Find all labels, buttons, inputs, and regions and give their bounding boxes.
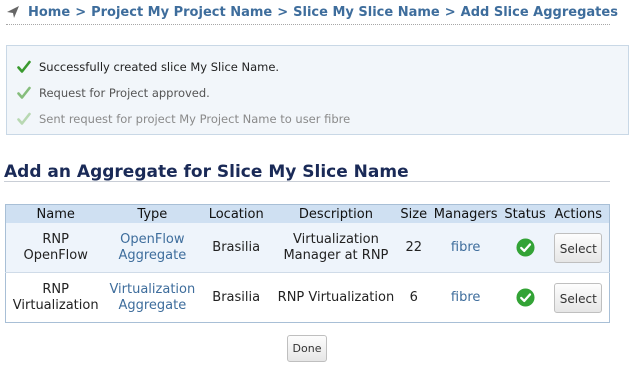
cell-actions: Select bbox=[547, 223, 610, 273]
cell-type[interactable]: Virtualization Aggregate bbox=[105, 272, 200, 323]
name-line: OpenFlow bbox=[23, 247, 88, 263]
cell-location: Brasilia bbox=[199, 223, 274, 273]
cell-type[interactable]: OpenFlow Aggregate bbox=[105, 223, 200, 273]
column-header-managers: Managers bbox=[428, 204, 503, 223]
type-link[interactable]: Virtualization bbox=[109, 282, 195, 297]
done-button[interactable]: Done bbox=[287, 335, 327, 362]
message-text: Request for Project approved. bbox=[39, 86, 210, 100]
page-title: Add an Aggregate for Slice My Slice Name bbox=[4, 162, 409, 182]
name-line: Virtualization bbox=[12, 297, 99, 313]
manager-link[interactable]: fibre bbox=[451, 290, 481, 305]
column-header-type: Type bbox=[105, 204, 200, 223]
cell-status bbox=[502, 223, 548, 273]
description-line: Manager at RNP bbox=[283, 247, 389, 263]
arrow-icon bbox=[7, 6, 19, 18]
checkmark-icon bbox=[17, 86, 31, 99]
name-line: RNP bbox=[42, 231, 69, 247]
cell-actions: Select bbox=[547, 272, 610, 323]
column-header-location: Location bbox=[199, 204, 274, 223]
type-link[interactable]: Aggregate bbox=[118, 298, 186, 313]
table-row: RNP Virtualization Virtualization Aggreg… bbox=[5, 272, 610, 323]
type-link[interactable]: Aggregate bbox=[118, 248, 186, 263]
table-header-row: Name Type Location Description Size Mana… bbox=[5, 204, 610, 223]
cell-managers: fibre bbox=[428, 223, 503, 273]
breadcrumb-separator: > bbox=[277, 4, 289, 20]
cell-name: RNP Virtualization bbox=[5, 272, 106, 323]
table-row: RNP OpenFlow OpenFlow Aggregate Brasilia… bbox=[5, 223, 610, 273]
status-ok-icon bbox=[516, 238, 535, 257]
status-ok-icon bbox=[516, 288, 535, 307]
message-text: Successfully created slice My Slice Name… bbox=[39, 60, 280, 74]
column-header-name: Name bbox=[5, 204, 106, 223]
breadcrumb-separator: > bbox=[444, 4, 456, 20]
breadcrumb-project[interactable]: Project My Project Name bbox=[91, 5, 272, 20]
cell-managers: fibre bbox=[428, 272, 503, 323]
select-button[interactable]: Select bbox=[554, 232, 603, 263]
breadcrumb-divider bbox=[6, 24, 610, 25]
column-header-status: Status bbox=[502, 204, 548, 223]
breadcrumb-current: Add Slice Aggregates bbox=[460, 4, 618, 20]
message-item: Sent request for project My Project Name… bbox=[17, 110, 350, 128]
column-header-size: Size bbox=[398, 204, 429, 223]
column-header-actions: Actions bbox=[547, 204, 610, 223]
breadcrumb-slice[interactable]: Slice My Slice Name bbox=[293, 5, 440, 20]
breadcrumb: Home > Project My Project Name > Slice M… bbox=[6, 3, 618, 21]
column-header-description: Description bbox=[273, 204, 399, 223]
checkmark-icon bbox=[17, 60, 31, 73]
cell-size: 6 bbox=[398, 272, 429, 323]
breadcrumb-separator: > bbox=[75, 4, 87, 20]
messages-box: Successfully created slice My Slice Name… bbox=[6, 45, 629, 135]
aggregates-table: Name Type Location Description Size Mana… bbox=[5, 204, 610, 323]
message-item: Successfully created slice My Slice Name… bbox=[17, 58, 279, 76]
message-text: Sent request for project My Project Name… bbox=[39, 112, 351, 126]
manager-link[interactable]: fibre bbox=[451, 240, 481, 255]
breadcrumb-home[interactable]: Home bbox=[28, 5, 70, 20]
name-line: RNP bbox=[42, 281, 69, 297]
title-divider bbox=[4, 181, 610, 182]
cell-description: Virtualization Manager at RNP bbox=[273, 223, 399, 273]
cell-description: RNP Virtualization bbox=[273, 272, 399, 323]
cell-size: 22 bbox=[398, 223, 429, 273]
cell-location: Brasilia bbox=[199, 272, 274, 323]
checkmark-icon bbox=[17, 112, 31, 125]
cell-status bbox=[502, 272, 548, 323]
description-line: Virtualization bbox=[293, 231, 379, 247]
select-button[interactable]: Select bbox=[554, 282, 603, 313]
message-item: Request for Project approved. bbox=[17, 84, 210, 102]
type-link[interactable]: OpenFlow bbox=[120, 232, 184, 247]
cell-name: RNP OpenFlow bbox=[5, 223, 106, 273]
